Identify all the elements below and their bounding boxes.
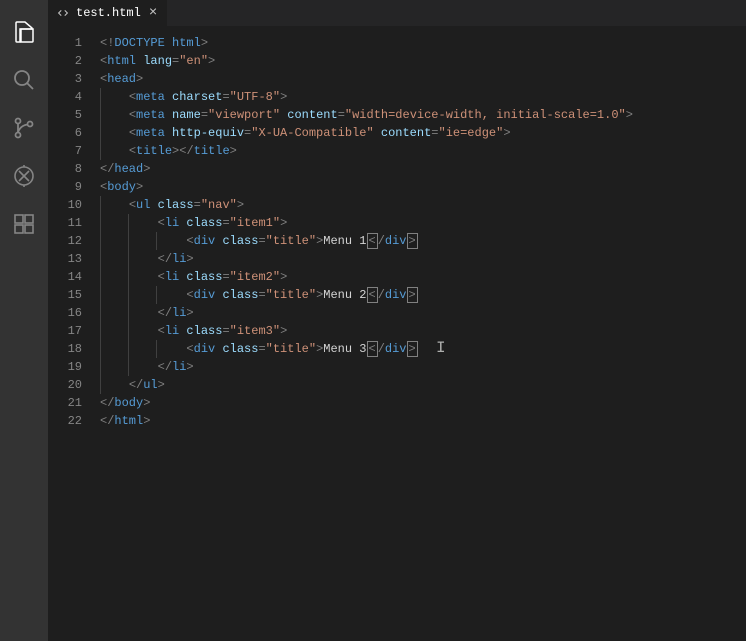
line-number: 11 xyxy=(48,214,82,232)
code-content[interactable]: <!DOCTYPE html><html lang="en"><head> <m… xyxy=(100,26,746,641)
code-line[interactable]: </li> xyxy=(100,250,746,268)
code-line[interactable]: <head> xyxy=(100,70,746,88)
line-number: 19 xyxy=(48,358,82,376)
code-line[interactable]: <ul class="nav"> xyxy=(100,196,746,214)
line-number: 20 xyxy=(48,376,82,394)
line-number: 6 xyxy=(48,124,82,142)
line-number: 10 xyxy=(48,196,82,214)
line-number: 5 xyxy=(48,106,82,124)
code-line[interactable]: <meta http-equiv="X-UA-Compatible" conte… xyxy=(100,124,746,142)
line-number: 8 xyxy=(48,160,82,178)
code-line[interactable]: </html> xyxy=(100,412,746,430)
line-number: 13 xyxy=(48,250,82,268)
line-number: 17 xyxy=(48,322,82,340)
code-line[interactable]: <meta charset="UTF-8"> xyxy=(100,88,746,106)
tab-bar: test.html × xyxy=(48,0,746,26)
code-line[interactable]: <html lang="en"> xyxy=(100,52,746,70)
code-line[interactable]: </body> xyxy=(100,394,746,412)
tab-test-html[interactable]: test.html × xyxy=(48,0,168,26)
line-number: 1 xyxy=(48,34,82,52)
code-line[interactable]: <!DOCTYPE html> xyxy=(100,34,746,52)
line-number: 14 xyxy=(48,268,82,286)
code-line[interactable]: <li class="item2"> xyxy=(100,268,746,286)
line-number: 16 xyxy=(48,304,82,322)
activity-bar xyxy=(0,0,48,641)
code-line[interactable]: </ul> xyxy=(100,376,746,394)
search-icon[interactable] xyxy=(0,56,48,104)
code-line[interactable]: <div class="title">Menu 2</div> xyxy=(100,286,746,304)
explorer-icon[interactable] xyxy=(0,8,48,56)
line-number: 9 xyxy=(48,178,82,196)
code-line[interactable]: <li class="item3"> xyxy=(100,322,746,340)
line-number: 18 xyxy=(48,340,82,358)
line-number: 12 xyxy=(48,232,82,250)
file-code-icon xyxy=(56,6,70,20)
text-editor[interactable]: 12345678910111213141516171819202122 <!DO… xyxy=(48,26,746,641)
line-number: 2 xyxy=(48,52,82,70)
tab-close-icon[interactable]: × xyxy=(147,6,159,20)
tab-filename: test.html xyxy=(76,6,141,20)
source-control-icon[interactable] xyxy=(0,104,48,152)
code-line[interactable]: </li> xyxy=(100,304,746,322)
line-number: 4 xyxy=(48,88,82,106)
line-number: 22 xyxy=(48,412,82,430)
line-number: 21 xyxy=(48,394,82,412)
extensions-icon[interactable] xyxy=(0,200,48,248)
line-number-gutter: 12345678910111213141516171819202122 xyxy=(48,26,100,641)
line-number: 15 xyxy=(48,286,82,304)
code-line[interactable]: <div class="title">Menu 1</div> xyxy=(100,232,746,250)
code-line[interactable]: <div class="title">Menu 3</div>I xyxy=(100,340,746,358)
debug-icon[interactable] xyxy=(0,152,48,200)
editor-group: test.html × 1234567891011121314151617181… xyxy=(48,0,746,641)
code-line[interactable]: </li> xyxy=(100,358,746,376)
code-line[interactable]: <title></title> xyxy=(100,142,746,160)
line-number: 7 xyxy=(48,142,82,160)
code-line[interactable]: <li class="item1"> xyxy=(100,214,746,232)
code-line[interactable]: <body> xyxy=(100,178,746,196)
code-line[interactable]: <meta name="viewport" content="width=dev… xyxy=(100,106,746,124)
code-line[interactable]: </head> xyxy=(100,160,746,178)
line-number: 3 xyxy=(48,70,82,88)
